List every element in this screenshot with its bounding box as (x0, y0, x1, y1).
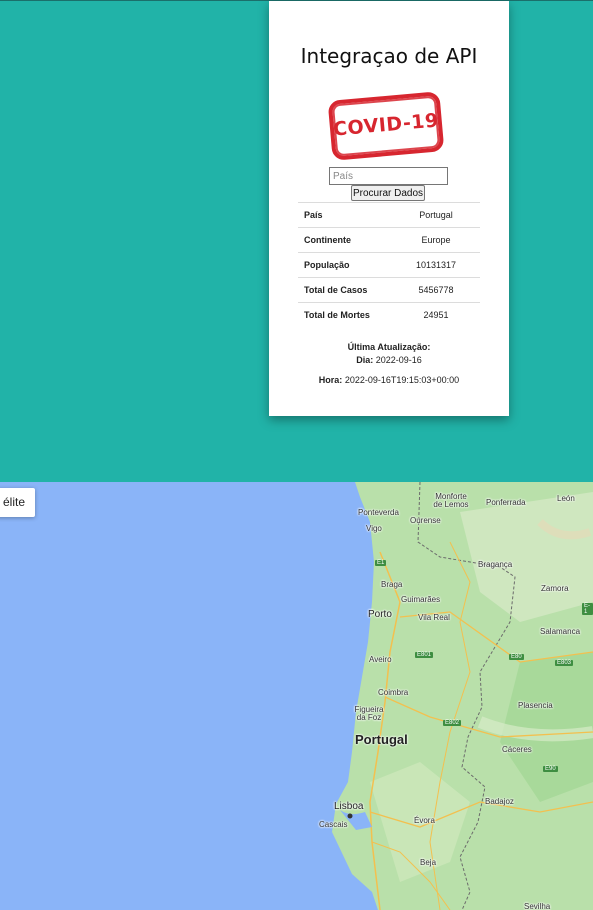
city-label: Porto (368, 609, 392, 620)
city-label: Ponferrada (486, 498, 526, 507)
update-hour-value: 2022-09-16T19:15:03+00:00 (344, 375, 460, 385)
city-label: Badajoz (485, 797, 514, 806)
city-label: Lisboa (334, 801, 364, 812)
road-label: E801 (415, 652, 434, 658)
city-label: Figueira da Foz (354, 705, 384, 722)
covid-data-table: País Portugal Continente Europe População 1… (298, 202, 480, 328)
city-label: Aveiro (369, 655, 392, 664)
country-label: Portugal (355, 732, 408, 747)
row-value: Europe (398, 227, 480, 253)
row-label: Continente (298, 227, 398, 253)
city-label: Monforte de Lemos (433, 492, 469, 509)
update-hour: Hora: 2022-09-16T19:15:03+00:00 (269, 375, 509, 385)
road-label: E802 (443, 720, 462, 726)
row-value: Portugal (398, 202, 480, 228)
city-label: León (557, 494, 575, 503)
city-label: Salamanca (540, 627, 581, 636)
city-label: Plasencia (518, 701, 553, 710)
city-label: Vigo (366, 524, 382, 533)
search-data-button[interactable]: Procurar Dados (351, 185, 425, 201)
city-label: Zamora (541, 584, 569, 593)
city-label: Guimarães (401, 595, 441, 604)
road-label: E803 (555, 660, 574, 666)
road-label: E80 (509, 654, 524, 660)
table-row: Total de Casos 5456778 (298, 277, 480, 303)
page-title: Integraçao de API (300, 44, 478, 68)
road-label: E1 (375, 560, 387, 566)
table-row: Continente Europe (298, 227, 480, 253)
update-day-label: Dia: (356, 355, 374, 365)
row-label: País (298, 202, 398, 228)
road-label: E90 (543, 766, 558, 772)
update-hour-label: Hora: (318, 375, 343, 385)
city-label: Ponteverda (358, 508, 399, 517)
city-label: Vila Real (418, 613, 450, 622)
map-view[interactable]: élite Ponteverda Ourense Monforte de Lem… (0, 482, 593, 910)
row-value: 10131317 (398, 252, 480, 278)
map-terrain (332, 482, 593, 910)
city-label: Cascais (319, 820, 348, 829)
city-label: Coimbra (378, 688, 409, 697)
row-label: Total de Casos (298, 277, 398, 303)
table-row: País Portugal (298, 202, 480, 228)
row-value: 24951 (398, 302, 480, 328)
map-type-button[interactable]: élite (0, 488, 35, 517)
row-value: 5456778 (398, 277, 480, 303)
covid-stamp-logo: COVID-19 (327, 91, 445, 161)
row-label: População (298, 252, 398, 278)
city-label: Cáceres (502, 745, 532, 754)
covid-card: Integraçao de API COVID-19 Procurar Dado… (269, 1, 509, 416)
update-title: Última Atualização: (347, 342, 431, 352)
table-row: População 10131317 (298, 252, 480, 278)
update-day-value: 2022-09-16 (375, 355, 422, 365)
city-label: Ourense (410, 516, 441, 525)
lisboa-marker (347, 813, 353, 819)
city-label: Sevilha (524, 902, 551, 910)
road-label: E-1 (582, 603, 593, 615)
row-label: Total de Mortes (298, 302, 398, 328)
city-label: Évora (414, 816, 435, 825)
country-search-input[interactable] (329, 167, 448, 185)
city-label: Bragança (478, 560, 513, 569)
update-day: Dia: 2022-09-16 (269, 355, 509, 365)
city-label: Beja (420, 858, 437, 867)
city-label: Braga (381, 580, 403, 589)
table-row: Total de Mortes 24951 (298, 302, 480, 328)
